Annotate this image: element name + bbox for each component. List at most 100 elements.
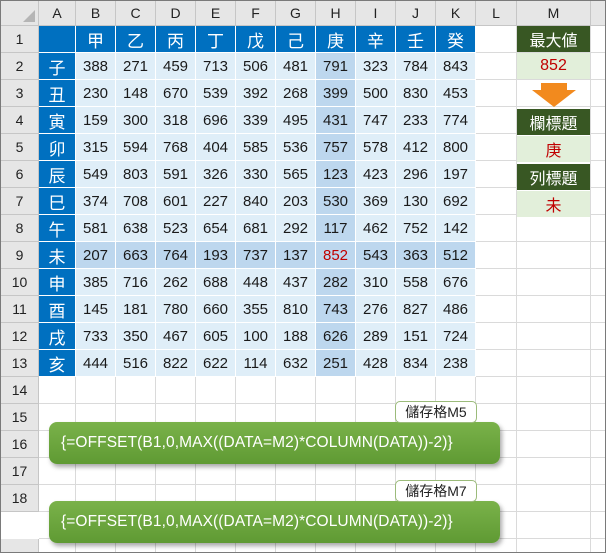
table-cell[interactable]: 638 (116, 215, 156, 242)
table-cell[interactable]: 404 (196, 134, 236, 161)
table-cell[interactable]: 114 (236, 350, 276, 377)
table-cell[interactable]: 486 (436, 296, 476, 323)
table-cell[interactable]: 523 (156, 215, 196, 242)
table-cell[interactable]: 601 (156, 188, 196, 215)
table-cell[interactable]: 428 (356, 350, 396, 377)
table-column-header[interactable]: 庚 (316, 26, 356, 53)
table-cell[interactable]: 399 (316, 80, 356, 107)
table-cell[interactable]: 300 (116, 107, 156, 134)
table-cell[interactable]: 843 (436, 53, 476, 80)
row-header-5[interactable]: 5 (1, 134, 39, 161)
table-cell[interactable]: 323 (356, 53, 396, 80)
table-row-header[interactable]: 子 (39, 53, 76, 80)
column-header-i[interactable]: I (356, 1, 396, 26)
table-cell[interactable]: 737 (236, 242, 276, 269)
row-header-15[interactable]: 15 (1, 404, 39, 431)
column-header-j[interactable]: J (396, 1, 436, 26)
table-row-header[interactable]: 卯 (39, 134, 76, 161)
column-header-e[interactable]: E (196, 1, 236, 26)
table-cell[interactable]: 268 (276, 80, 316, 107)
table-cell[interactable]: 123 (316, 161, 356, 188)
table-cell[interactable]: 622 (196, 350, 236, 377)
table-cell[interactable]: 148 (116, 80, 156, 107)
table-cell[interactable]: 130 (396, 188, 436, 215)
table-cell[interactable]: 251 (316, 350, 356, 377)
table-cell[interactable]: 784 (396, 53, 436, 80)
column-header-f[interactable]: F (236, 1, 276, 26)
table-cell[interactable]: 632 (276, 350, 316, 377)
column-header-h[interactable]: H (316, 1, 356, 26)
column-header-l[interactable]: L (476, 1, 517, 26)
table-cell[interactable]: 388 (76, 53, 116, 80)
table-cell[interactable]: 670 (156, 80, 196, 107)
table-cell[interactable]: 852 (316, 242, 356, 269)
table-column-header[interactable]: 丙 (156, 26, 196, 53)
table-cell[interactable]: 448 (236, 269, 276, 296)
table-cell[interactable]: 289 (356, 323, 396, 350)
table-row-header[interactable]: 戌 (39, 323, 76, 350)
row-header-6[interactable]: 6 (1, 161, 39, 188)
table-cell[interactable]: 462 (356, 215, 396, 242)
table-cell[interactable]: 193 (196, 242, 236, 269)
table-cell[interactable]: 423 (356, 161, 396, 188)
table-cell[interactable]: 326 (196, 161, 236, 188)
table-cell[interactable]: 539 (196, 80, 236, 107)
table-cell[interactable]: 591 (156, 161, 196, 188)
table-cell[interactable]: 459 (156, 53, 196, 80)
table-row-header[interactable]: 酉 (39, 296, 76, 323)
table-cell[interactable]: 774 (436, 107, 476, 134)
table-cell[interactable]: 724 (436, 323, 476, 350)
row-header-7[interactable]: 7 (1, 188, 39, 215)
table-cell[interactable]: 536 (276, 134, 316, 161)
table-cell[interactable]: 663 (116, 242, 156, 269)
table-cell[interactable]: 233 (396, 107, 436, 134)
row-header-1[interactable]: 1 (1, 26, 39, 53)
table-cell[interactable]: 262 (156, 269, 196, 296)
table-cell[interactable]: 315 (76, 134, 116, 161)
table-row-header[interactable]: 未 (39, 242, 76, 269)
table-cell[interactable]: 339 (236, 107, 276, 134)
table-cell[interactable]: 481 (276, 53, 316, 80)
table-cell[interactable]: 692 (436, 188, 476, 215)
row-header-18[interactable]: 18 (1, 485, 39, 512)
table-cell[interactable]: 752 (396, 215, 436, 242)
table-row-header[interactable]: 巳 (39, 188, 76, 215)
table-cell[interactable]: 207 (76, 242, 116, 269)
table-cell[interactable]: 374 (76, 188, 116, 215)
table-cell[interactable]: 203 (276, 188, 316, 215)
row-header-4[interactable]: 4 (1, 107, 39, 134)
table-cell[interactable]: 626 (316, 323, 356, 350)
table-row-header[interactable]: 亥 (39, 350, 76, 377)
table-column-header[interactable]: 癸 (436, 26, 476, 53)
table-cell[interactable]: 506 (236, 53, 276, 80)
table-row-header[interactable]: 丑 (39, 80, 76, 107)
table-column-header[interactable]: 丁 (196, 26, 236, 53)
table-cell[interactable]: 654 (196, 215, 236, 242)
table-cell[interactable]: 412 (396, 134, 436, 161)
table-row-header[interactable]: 辰 (39, 161, 76, 188)
table-cell[interactable]: 282 (316, 269, 356, 296)
table-cell[interactable]: 238 (436, 350, 476, 377)
table-cell[interactable]: 565 (276, 161, 316, 188)
table-cell[interactable]: 159 (76, 107, 116, 134)
select-all-corner[interactable] (1, 1, 39, 26)
table-cell[interactable]: 581 (76, 215, 116, 242)
table-cell[interactable]: 733 (76, 323, 116, 350)
col-title-label-cell[interactable]: 欄標題 (517, 109, 590, 135)
column-header-b[interactable]: B (76, 1, 116, 26)
table-cell[interactable]: 181 (116, 296, 156, 323)
table-cell[interactable]: 681 (236, 215, 276, 242)
table-cell[interactable]: 137 (276, 242, 316, 269)
table-cell[interactable]: 453 (436, 80, 476, 107)
table-row-header[interactable]: 午 (39, 215, 76, 242)
row-header-9[interactable]: 9 (1, 242, 39, 269)
table-cell[interactable]: 605 (196, 323, 236, 350)
table-column-header[interactable]: 辛 (356, 26, 396, 53)
table-cell[interactable]: 355 (236, 296, 276, 323)
table-cell[interactable]: 500 (356, 80, 396, 107)
table-cell[interactable]: 578 (356, 134, 396, 161)
table-cell[interactable]: 558 (396, 269, 436, 296)
table-column-header[interactable]: 甲 (76, 26, 116, 53)
row-header-2[interactable]: 2 (1, 53, 39, 80)
table-column-header[interactable]: 壬 (396, 26, 436, 53)
